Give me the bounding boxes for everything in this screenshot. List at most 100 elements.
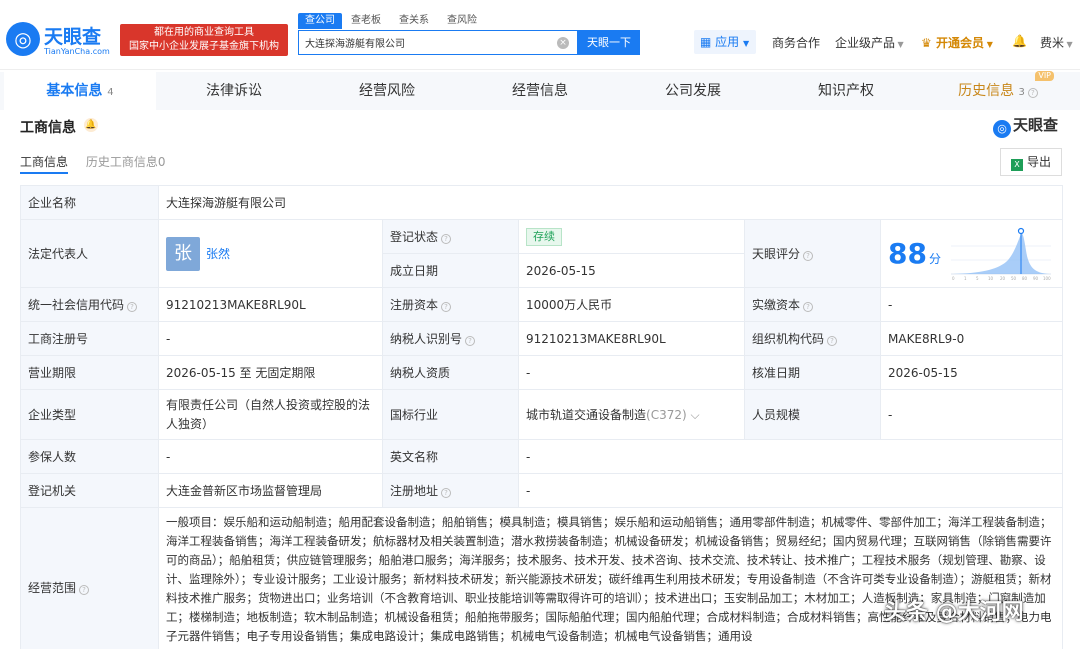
table-row: 统一社会信用代码? 91210213MAKE8RL90L 注册资本? 10000… xyxy=(20,287,1064,322)
en-name-label: 英文名称 xyxy=(382,439,519,474)
nav-vip-label: 开通会员 xyxy=(935,36,984,50)
approve-date-label: 核准日期 xyxy=(744,355,881,390)
main-tabs: 基本信息 4 法律诉讼 经营风险 经营信息 公司发展 知识产权 VIP 历史信息… xyxy=(0,71,1080,110)
tab-label: 基本信息 xyxy=(46,83,103,99)
avatar: 张 xyxy=(166,236,200,271)
taxpayer-id-label-text: 纳税人识别号 xyxy=(390,332,463,346)
help-icon[interactable]: ? xyxy=(441,488,452,498)
company-name-value: 大连探海游艇有限公司 xyxy=(157,185,1064,220)
help-icon[interactable]: ? xyxy=(1027,88,1038,98)
logo-text: 天眼查 xyxy=(44,26,102,48)
help-icon[interactable]: ? xyxy=(827,336,838,346)
logo-icon: ◎ xyxy=(993,120,1011,138)
en-name-value: - xyxy=(517,439,1064,474)
promo-banner[interactable]: 都在用的商业查询工具 国家中小企业发展子基金旗下机构 xyxy=(120,24,288,56)
tab-litigation[interactable]: 法律诉讼 xyxy=(158,72,310,110)
insured-value: - xyxy=(158,439,383,474)
search-tab-boss[interactable]: 查老板 xyxy=(344,13,388,29)
user-name: 费米 xyxy=(1040,36,1065,50)
tab-history[interactable]: VIP 历史信息 3? xyxy=(922,71,1074,110)
brand-watermark: ◎ 天眼查 xyxy=(993,114,1058,138)
search-button[interactable]: 天眼一下 xyxy=(578,30,640,55)
nav-business[interactable]: 商务合作 xyxy=(772,34,820,51)
svg-text:90: 90 xyxy=(1033,276,1039,281)
taxpayer-id-value: 91210213MAKE8RL90L xyxy=(518,321,745,356)
svg-text:100: 100 xyxy=(1043,276,1051,281)
brand-text: 天眼查 xyxy=(1013,116,1059,134)
scope-label: 经营范围? xyxy=(20,507,159,649)
svg-text:50: 50 xyxy=(1011,276,1017,281)
found-date-label: 成立日期 xyxy=(382,253,519,288)
apps-menu-button[interactable]: ▦ 应用 ▼ xyxy=(694,30,756,54)
tab-label: 经营信息 xyxy=(512,83,568,99)
reg-status-value: 存续 xyxy=(518,219,745,254)
search-tab-relation[interactable]: 查关系 xyxy=(392,13,436,29)
score-value: 88 分 0 1 5 10 20 50 80 90 100 xyxy=(879,219,1064,288)
clear-icon[interactable]: × xyxy=(557,37,569,49)
business-info-table: 企业名称 大连探海游艇有限公司 法定代表人 张张然 登记状态? 存续 天眼评分?… xyxy=(20,185,1064,649)
score-number: 88 xyxy=(888,237,927,270)
caret-down-icon: ▼ xyxy=(1064,40,1073,49)
export-button[interactable]: X 导出 xyxy=(1000,148,1062,176)
taxpayer-qual-value: - xyxy=(518,355,745,390)
subtab-history[interactable]: 历史工商信息0 xyxy=(86,153,166,170)
help-icon[interactable]: ? xyxy=(441,302,452,312)
table-row: 参保人数 - 英文名称 - xyxy=(20,439,1064,474)
reg-status-label: 登记状态? xyxy=(382,219,519,254)
help-icon[interactable]: ? xyxy=(465,336,476,346)
org-code-label-text: 组织机构代码 xyxy=(752,332,825,346)
approve-date-value: 2026-05-15 xyxy=(879,355,1064,390)
logo-icon: ◎ xyxy=(6,22,40,56)
monitor-bell-icon[interactable]: 🔔 xyxy=(84,118,98,132)
legal-rep-link[interactable]: 张然 xyxy=(206,247,230,261)
svg-text:80: 80 xyxy=(1022,276,1028,281)
tab-basic-info[interactable]: 基本信息 4 xyxy=(4,72,156,110)
search-tab-risk[interactable]: 查风险 xyxy=(440,13,484,29)
svg-text:5: 5 xyxy=(976,276,979,281)
help-icon[interactable]: ? xyxy=(803,302,814,312)
nav-enterprise-label: 企业级产品 xyxy=(835,36,896,50)
nav-enterprise[interactable]: 企业级产品 ▼ xyxy=(835,34,904,51)
bell-icon[interactable]: 🔔 xyxy=(1012,34,1027,48)
vip-tag: VIP xyxy=(1035,71,1054,81)
search-tab-company[interactable]: 查公司 xyxy=(298,13,342,29)
tab-ip[interactable]: 知识产权 xyxy=(770,72,922,110)
apps-label: 应用 xyxy=(715,35,740,49)
table-row: 营业期限 2026-05-15 至 无固定期限 纳税人资质 - 核准日期 202… xyxy=(20,355,1064,390)
tab-development[interactable]: 公司发展 xyxy=(617,72,769,110)
sub-tabs: 工商信息 历史工商信息0 xyxy=(20,153,179,170)
caret-down-icon: ▼ xyxy=(895,40,904,49)
score-distribution-chart: 0 1 5 10 20 50 80 90 100 xyxy=(951,227,1051,281)
paid-capital-label-text: 实缴资本 xyxy=(752,298,801,312)
authority-value: 大连金普新区市场监督管理局 xyxy=(158,473,383,508)
help-icon[interactable]: ? xyxy=(441,234,452,244)
help-icon[interactable]: ? xyxy=(803,251,814,261)
credit-code-label-text: 统一社会信用代码 xyxy=(28,298,125,312)
biz-reg-no-label: 工商注册号 xyxy=(20,321,159,356)
help-icon[interactable]: ? xyxy=(127,302,138,312)
biz-reg-no-value: - xyxy=(158,321,383,356)
org-code-label: 组织机构代码? xyxy=(744,321,881,356)
subtab-business-info[interactable]: 工商信息 xyxy=(20,153,68,170)
tab-label: 公司发展 xyxy=(665,83,721,99)
nav-user[interactable]: 费米 ▼ xyxy=(1040,34,1073,51)
tab-count: 4 xyxy=(107,87,114,98)
legal-rep-value: 张张然 xyxy=(158,219,383,288)
search-box: × xyxy=(298,30,578,55)
top-header: ◎ 天眼查 TianYanCha.com 都在用的商业查询工具 国家中小企业发展… xyxy=(0,0,1080,70)
help-icon[interactable]: ? xyxy=(79,585,90,595)
tab-business-risk[interactable]: 经营风险 xyxy=(311,72,463,110)
term-label: 营业期限 xyxy=(20,355,159,390)
subtab-underline xyxy=(20,172,68,174)
site-logo[interactable]: ◎ 天眼查 TianYanCha.com xyxy=(6,20,116,60)
nav-vip[interactable]: ♛ 开通会员 ▼ xyxy=(921,34,993,51)
tab-label: 法律诉讼 xyxy=(206,83,262,99)
search-input[interactable] xyxy=(299,31,549,54)
promo-line-1: 都在用的商业查询工具 xyxy=(154,27,254,38)
company-type-label: 企业类型 xyxy=(20,389,159,440)
tab-business-info[interactable]: 经营信息 xyxy=(464,72,616,110)
taxpayer-qual-label: 纳税人资质 xyxy=(382,355,519,390)
industry-value[interactable]: 城市轨道交通设备制造(C372) ⌵ xyxy=(518,389,745,440)
score-unit: 分 xyxy=(928,252,941,266)
credit-code-value: 91210213MAKE8RL90L xyxy=(158,287,383,322)
